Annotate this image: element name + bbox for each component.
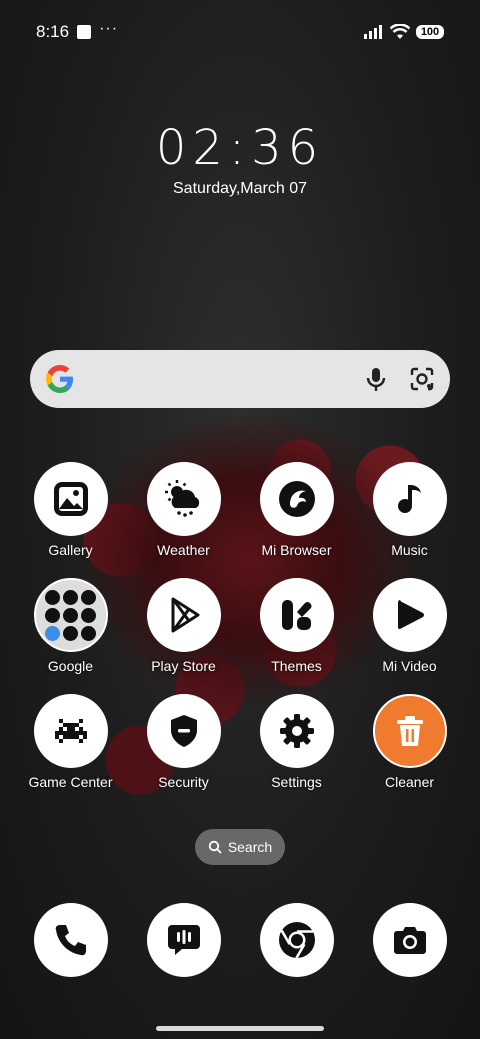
app-icon-container[interactable] bbox=[259, 903, 334, 977]
app-icon-container[interactable] bbox=[259, 578, 334, 652]
chrome-icon bbox=[278, 922, 315, 959]
app-music[interactable]: Music bbox=[353, 462, 466, 558]
app-weather[interactable]: Weather bbox=[127, 462, 240, 558]
app-search-label: Search bbox=[227, 839, 273, 855]
app-icon-container[interactable] bbox=[146, 694, 221, 768]
messages-icon bbox=[167, 925, 200, 955]
app-label: Google bbox=[47, 658, 94, 674]
google-mini-icon bbox=[45, 589, 60, 605]
app-icon-container[interactable] bbox=[372, 578, 447, 652]
gmail-mini-icon bbox=[63, 589, 78, 605]
app-mi-browser[interactable]: Mi Browser bbox=[240, 462, 353, 558]
lens-icon[interactable] bbox=[408, 365, 436, 393]
status-time: 8:16 bbox=[36, 22, 70, 41]
settings-icon bbox=[279, 714, 314, 748]
themes-icon bbox=[281, 600, 311, 630]
app-gallery[interactable]: Gallery bbox=[14, 462, 127, 558]
play-store-icon bbox=[171, 597, 199, 633]
status-right: 100 bbox=[364, 24, 444, 40]
app-label: Game Center bbox=[28, 774, 113, 790]
music-mini-icon bbox=[81, 607, 96, 623]
mi-video-icon bbox=[397, 600, 424, 629]
app-icon-container[interactable] bbox=[146, 578, 221, 652]
app-label: Music bbox=[391, 542, 428, 558]
app-icon-container[interactable] bbox=[259, 694, 334, 768]
drive-mini-icon bbox=[63, 607, 78, 623]
app-icon-container[interactable] bbox=[146, 903, 221, 977]
app-mi-video[interactable]: Mi Video bbox=[353, 578, 466, 674]
app-icon-container[interactable] bbox=[259, 462, 334, 536]
app-themes[interactable]: Themes bbox=[240, 578, 353, 674]
music-icon bbox=[397, 485, 421, 513]
phone-icon bbox=[55, 925, 86, 956]
google-logo-icon bbox=[46, 365, 73, 393]
app-icon-container[interactable] bbox=[372, 462, 447, 536]
cleaner-icon bbox=[396, 716, 423, 746]
app-label: Security bbox=[158, 774, 209, 790]
assistant-mini-icon bbox=[81, 589, 96, 605]
app-game-center[interactable]: Game Center bbox=[14, 694, 127, 790]
app-label: Themes bbox=[271, 658, 322, 674]
security-icon bbox=[170, 715, 197, 747]
app-label: Play Store bbox=[151, 658, 216, 674]
photos-mini-icon bbox=[45, 625, 60, 641]
dock-chrome[interactable] bbox=[240, 903, 353, 977]
app-label: Settings bbox=[271, 774, 322, 790]
app-label: Mi Video bbox=[382, 658, 437, 674]
app-settings[interactable]: Settings bbox=[240, 694, 353, 790]
battery-indicator: 100 bbox=[416, 25, 444, 39]
signal-icon bbox=[364, 25, 382, 39]
wifi-icon bbox=[390, 24, 410, 39]
dock-camera[interactable] bbox=[353, 903, 466, 977]
notification-square-icon bbox=[77, 25, 92, 39]
clock-widget-time[interactable]: 02:36 bbox=[0, 120, 480, 176]
camera-icon bbox=[393, 927, 426, 954]
mi-browser-icon bbox=[278, 481, 315, 517]
app-icon-container[interactable] bbox=[372, 903, 447, 977]
search-icon bbox=[208, 840, 222, 854]
dock-messages[interactable] bbox=[127, 903, 240, 977]
pinwheel-mini-icon bbox=[63, 625, 78, 641]
duo-mini-icon bbox=[81, 625, 96, 641]
app-play-store[interactable]: Play Store bbox=[127, 578, 240, 674]
app-search-button[interactable]: Search bbox=[195, 829, 285, 865]
google-folder-icon[interactable] bbox=[33, 578, 108, 652]
google-search-bar[interactable] bbox=[30, 350, 450, 408]
app-security[interactable]: Security bbox=[127, 694, 240, 790]
dock bbox=[14, 903, 466, 977]
app-icon-container[interactable] bbox=[33, 903, 108, 977]
game-center-icon bbox=[54, 719, 87, 743]
app-label: Weather bbox=[157, 542, 210, 558]
app-cleaner[interactable]: Cleaner bbox=[353, 694, 466, 790]
app-grid: Gallery Weather Mi Browser Music Google … bbox=[14, 462, 466, 790]
dock-phone[interactable] bbox=[14, 903, 127, 977]
app-label: Cleaner bbox=[384, 774, 435, 790]
microphone-icon[interactable] bbox=[362, 365, 390, 393]
app-icon-container[interactable] bbox=[33, 462, 108, 536]
weather-icon bbox=[164, 480, 199, 517]
clock-widget-date: Saturday,March 07 bbox=[173, 180, 307, 197]
gallery-icon bbox=[53, 482, 88, 516]
app-google-folder[interactable]: Google bbox=[14, 578, 127, 674]
status-bar: 8:16 ··· 100 bbox=[0, 0, 480, 64]
app-icon-container[interactable] bbox=[372, 694, 447, 768]
app-icon-container[interactable] bbox=[146, 462, 221, 536]
status-left: 8:16 ··· bbox=[36, 20, 119, 42]
youtube-mini-icon bbox=[45, 607, 60, 623]
more-notifications-icon: ··· bbox=[99, 20, 119, 37]
home-indicator[interactable] bbox=[156, 1026, 324, 1031]
app-label: Mi Browser bbox=[261, 542, 332, 558]
app-icon-container[interactable] bbox=[33, 694, 108, 768]
app-label: Gallery bbox=[48, 542, 93, 558]
